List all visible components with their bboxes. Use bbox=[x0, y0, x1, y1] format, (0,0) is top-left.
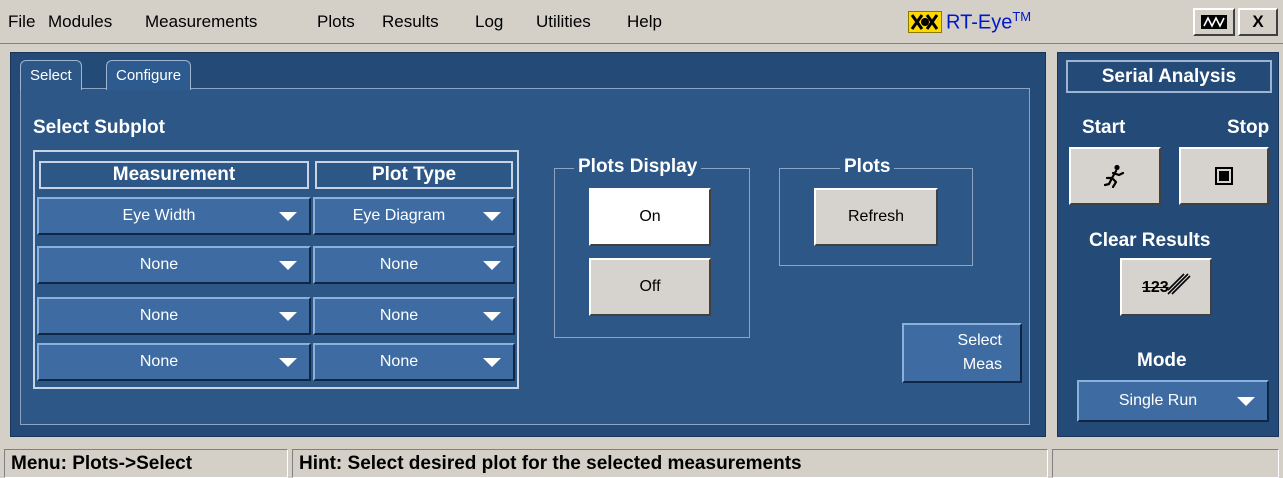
measurement-value: None bbox=[139, 256, 179, 273]
mode-label: Mode bbox=[1137, 350, 1187, 371]
mode-value: Single Run bbox=[1118, 392, 1198, 409]
plots-on-button[interactable]: On bbox=[589, 188, 711, 246]
status-extra bbox=[1052, 449, 1279, 478]
menu-help[interactable]: Help bbox=[627, 12, 662, 32]
measurement-value: Eye Width bbox=[122, 207, 196, 224]
close-button[interactable]: X bbox=[1238, 8, 1278, 36]
display-toggle-button[interactable] bbox=[1193, 8, 1235, 36]
menu-log[interactable]: Log bbox=[475, 12, 503, 32]
measurement-value: None bbox=[139, 307, 179, 324]
start-button[interactable] bbox=[1069, 147, 1161, 205]
menu-plots[interactable]: Plots bbox=[317, 12, 355, 32]
measurement-column-header: Measurement bbox=[39, 161, 309, 189]
measurement-dropdown-2[interactable]: None bbox=[37, 246, 311, 284]
plot-type-value: None bbox=[379, 307, 419, 324]
measurement-dropdown-1[interactable]: Eye Width bbox=[37, 197, 311, 235]
brand-logo-icon bbox=[908, 11, 942, 33]
plots-display-title: Plots Display bbox=[574, 156, 702, 178]
dropdown-arrow-icon bbox=[279, 211, 297, 221]
dropdown-arrow-icon bbox=[483, 311, 501, 321]
stop-label: Stop bbox=[1227, 117, 1270, 138]
measurement-dropdown-3[interactable]: None bbox=[37, 297, 311, 335]
menu-results[interactable]: Results bbox=[382, 12, 439, 32]
status-menu-path: Menu: Plots->Select bbox=[4, 449, 288, 478]
plot-type-dropdown-2[interactable]: None bbox=[313, 246, 515, 284]
menu-measurements[interactable]: Measurements bbox=[145, 12, 257, 32]
dropdown-arrow-icon bbox=[483, 260, 501, 270]
plot-type-value: None bbox=[379, 353, 419, 370]
refresh-button[interactable]: Refresh bbox=[814, 188, 938, 246]
status-bar: Menu: Plots->Select Hint: Select desired… bbox=[0, 443, 1283, 478]
stop-square-icon bbox=[1215, 167, 1233, 185]
clear-results-label: Clear Results bbox=[1089, 230, 1211, 251]
rt-eye-window: File Modules Measurements Plots Results … bbox=[0, 0, 1283, 478]
plot-type-dropdown-4[interactable]: None bbox=[313, 343, 515, 381]
start-label: Start bbox=[1082, 117, 1126, 138]
plots-off-button[interactable]: Off bbox=[589, 258, 711, 316]
serial-analysis-title: Serial Analysis bbox=[1066, 60, 1272, 93]
menu-bar: File Modules Measurements Plots Results … bbox=[0, 0, 1283, 44]
measurement-dropdown-4[interactable]: None bbox=[37, 343, 311, 381]
select-subplot-title: Select Subplot bbox=[33, 117, 165, 138]
plot-type-dropdown-3[interactable]: None bbox=[313, 297, 515, 335]
select-meas-button[interactable]: Select Meas bbox=[902, 323, 1022, 383]
plot-type-value: None bbox=[379, 256, 419, 273]
plot-type-column-header: Plot Type bbox=[315, 161, 513, 189]
select-meas-line1: Select bbox=[957, 332, 1002, 349]
dropdown-arrow-icon bbox=[279, 260, 297, 270]
clear-results-button[interactable]: 123 bbox=[1120, 258, 1212, 316]
select-meas-line2: Meas bbox=[962, 356, 1002, 373]
menu-file[interactable]: File bbox=[8, 12, 35, 32]
measurement-value: None bbox=[139, 353, 179, 370]
stop-button[interactable] bbox=[1179, 147, 1269, 205]
app-title: RT-EyeTM bbox=[946, 9, 1032, 34]
tab-configure[interactable]: Configure bbox=[106, 60, 192, 90]
plots-title: Plots bbox=[840, 156, 895, 178]
dropdown-arrow-icon bbox=[279, 357, 297, 367]
running-man-icon bbox=[1104, 164, 1125, 188]
plot-type-dropdown-1[interactable]: Eye Diagram bbox=[313, 197, 515, 235]
brand: RT-EyeTM bbox=[908, 5, 1031, 39]
eraser-123-icon: 123 bbox=[1140, 273, 1192, 300]
dropdown-arrow-icon bbox=[483, 211, 501, 221]
status-hint: Hint: Select desired plot for the select… bbox=[292, 449, 1048, 478]
menu-utilities[interactable]: Utilities bbox=[536, 12, 591, 32]
dropdown-arrow-icon bbox=[483, 357, 501, 367]
plot-type-value: Eye Diagram bbox=[352, 207, 446, 224]
tab-select[interactable]: Select bbox=[20, 60, 82, 90]
dropdown-arrow-icon bbox=[279, 311, 297, 321]
menu-modules[interactable]: Modules bbox=[48, 12, 112, 32]
mode-dropdown[interactable]: Single Run bbox=[1077, 380, 1269, 422]
display-icon bbox=[1201, 15, 1227, 29]
dropdown-arrow-icon bbox=[1237, 396, 1255, 406]
